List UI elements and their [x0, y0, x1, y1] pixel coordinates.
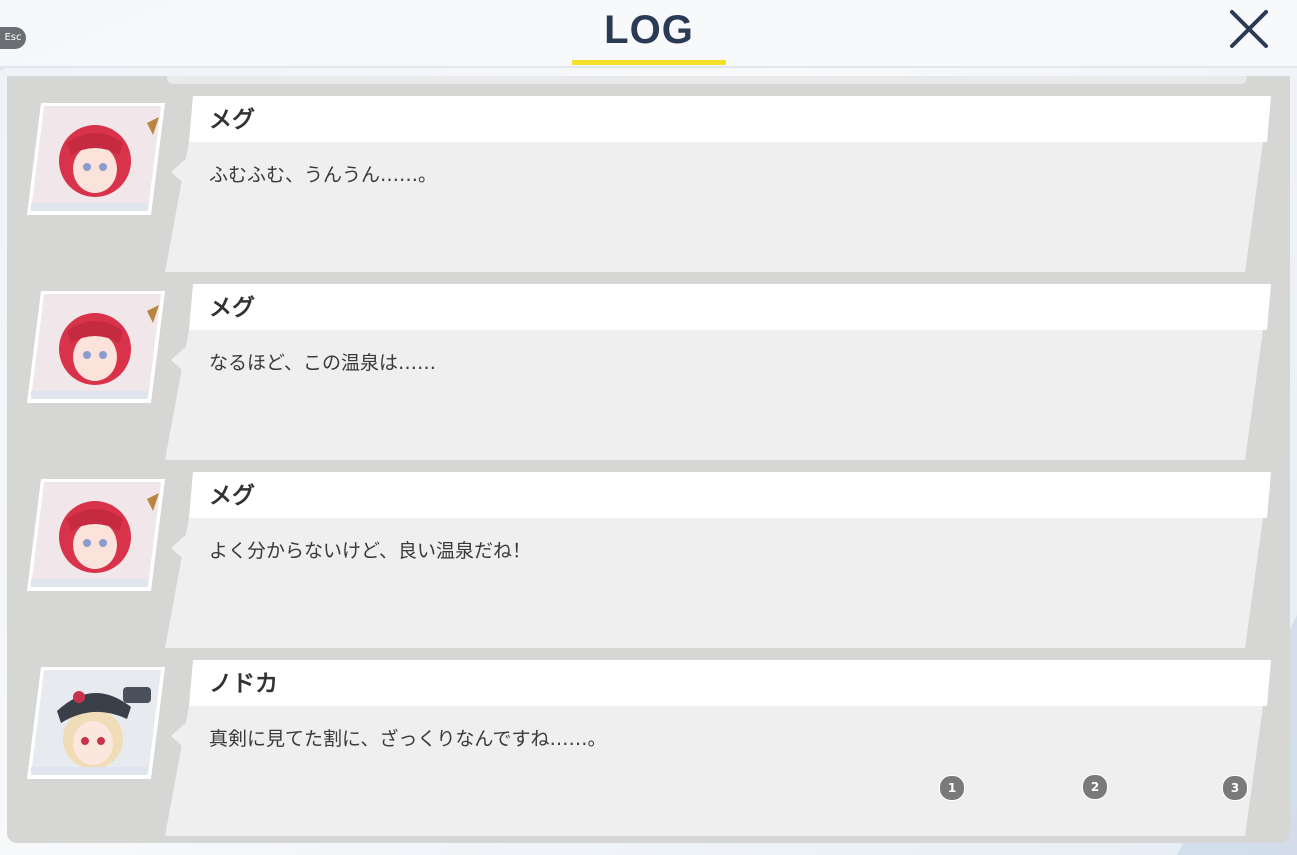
dialogue-text: 真剣に見てた割に、ざっくりなんですね……。 — [209, 728, 607, 750]
close-button[interactable] — [1226, 6, 1272, 52]
page-button-1[interactable]: 1 — [939, 775, 965, 801]
meg-portrait — [27, 291, 165, 403]
esc-key-hint[interactable]: Esc — [0, 27, 26, 49]
dialogue-text: なるほど、この温泉は…… — [209, 352, 437, 374]
speaker-name: ノドカ — [209, 671, 278, 697]
page-button-2[interactable]: 2 — [1082, 774, 1108, 800]
title-underline — [572, 60, 726, 65]
log-entry: メグ なるほど、この温泉は…… — [7, 264, 1290, 460]
log-header: Esc LOG — [0, 0, 1297, 68]
dialogue-text: ふむふむ、うんうん……。 — [209, 164, 438, 186]
page-title: LOG — [604, 8, 694, 52]
log-list[interactable]: メグ ふむふむ、うんうん……。 メグ なるほど、この温泉は…… メグ よく分から… — [7, 76, 1290, 843]
speaker-name: メグ — [209, 483, 255, 509]
log-entry: メグ よく分からないけど、良い温泉だね！ — [7, 452, 1290, 648]
meg-portrait — [27, 103, 165, 215]
nodoka-portrait — [27, 667, 165, 779]
log-entry: メグ ふむふむ、うんうん……。 — [7, 76, 1290, 272]
meg-portrait — [27, 479, 165, 591]
speaker-name: メグ — [209, 295, 255, 321]
close-icon — [1230, 10, 1268, 48]
speaker-name: メグ — [209, 107, 255, 133]
page-button-3[interactable]: 3 — [1222, 775, 1248, 801]
dialogue-text: よく分からないけど、良い温泉だね！ — [209, 540, 532, 562]
